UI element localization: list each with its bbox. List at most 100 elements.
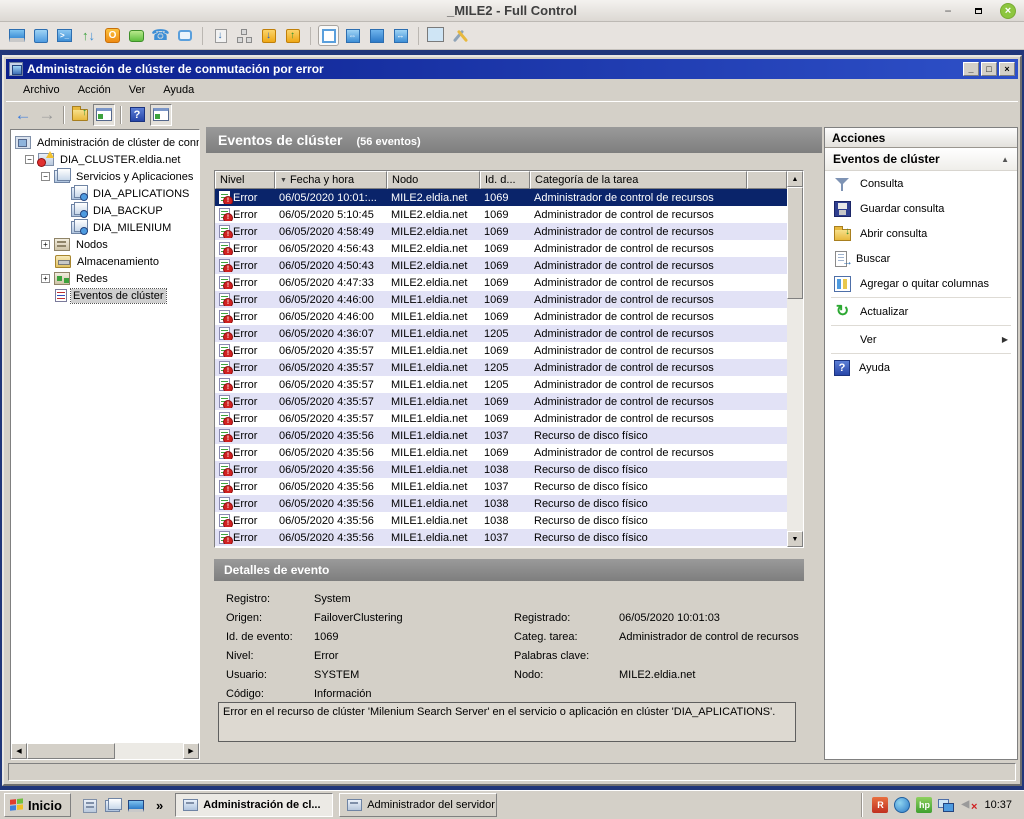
action-consulta[interactable]: Consulta [825, 171, 1017, 196]
expand-icon[interactable]: + [41, 274, 50, 283]
call-icon[interactable]: ☎ [150, 25, 171, 46]
tree-item-redes[interactable]: + Redes [11, 270, 199, 287]
action-actualizar[interactable]: ↻ Actualizar [825, 299, 1017, 324]
vnc-restore-button[interactable] [970, 3, 986, 19]
table-row[interactable]: Error 06/05/2020 4:35:56 MILE1.eldia.net… [215, 512, 787, 529]
box-download-icon[interactable]: ↓ [258, 25, 279, 46]
start-button[interactable]: Inicio [4, 793, 71, 817]
tree-item-dia-backup[interactable]: DIA_BACKUP [11, 202, 199, 219]
collapse-section-icon[interactable]: ▲ [1001, 155, 1009, 164]
server-manager-quicklaunch-icon[interactable] [83, 799, 97, 813]
table-row[interactable]: Error 06/05/2020 4:35:56 MILE1.eldia.net… [215, 427, 787, 444]
tree-item-root[interactable]: Administración de clúster de conmu [11, 134, 199, 151]
scroll-left-button[interactable]: ◀ [11, 743, 27, 759]
scrollbar-thumb[interactable] [787, 187, 803, 299]
quicklaunch-overflow-chevron[interactable]: » [156, 798, 163, 813]
tree-item-dia-aplications[interactable]: DIA_APLICATIONS [11, 185, 199, 202]
message-icon[interactable] [174, 25, 195, 46]
table-row[interactable]: Error 06/05/2020 4:35:57 MILE1.eldia.net… [215, 376, 787, 393]
column-header-nodo[interactable]: Nodo [387, 171, 480, 189]
action-ver[interactable]: Ver ▶ [825, 327, 1017, 352]
view-normal-icon[interactable] [318, 25, 339, 46]
forward-button[interactable]: → [36, 104, 58, 126]
collapse-icon[interactable]: − [41, 172, 50, 181]
menu-accion[interactable]: Acción [69, 81, 120, 99]
fullscreen-window-icon[interactable] [30, 25, 51, 46]
menu-ayuda[interactable]: Ayuda [154, 81, 203, 99]
show-desktop-icon[interactable] [128, 800, 144, 812]
table-row[interactable]: Error 06/05/2020 4:35:57 MILE1.eldia.net… [215, 359, 787, 376]
column-header-categoria[interactable]: Categoría de la tarea [530, 171, 747, 189]
action-pane-toggle-button[interactable] [150, 104, 172, 126]
table-vertical-scrollbar[interactable]: ▲ ▼ [787, 171, 803, 547]
table-row[interactable]: Error 06/05/2020 4:35:56 MILE1.eldia.net… [215, 478, 787, 495]
tree-item-cluster[interactable]: − DIA_CLUSTER.eldia.net [11, 151, 199, 168]
taskbar-button-server-manager[interactable]: Administrador del servidor [339, 793, 497, 817]
scrollbar-track[interactable] [787, 299, 803, 531]
column-header-fecha[interactable]: ▼Fecha y hora [275, 171, 387, 189]
tree-item-servicios[interactable]: − Servicios y Aplicaciones [11, 168, 199, 185]
help-button[interactable]: ? [126, 104, 148, 126]
table-row[interactable]: Error 06/05/2020 4:35:56 MILE1.eldia.net… [215, 461, 787, 478]
action-buscar[interactable]: Buscar [825, 246, 1017, 271]
export-list-button[interactable] [69, 104, 91, 126]
scroll-right-button[interactable]: ▶ [183, 743, 199, 759]
table-row[interactable]: Error 06/05/2020 4:46:00 MILE1.eldia.net… [215, 308, 787, 325]
vnc-server-icon[interactable]: R [872, 797, 888, 813]
hp-agent-icon[interactable]: hp [916, 797, 932, 813]
action-ayuda[interactable]: ? Ayuda [825, 355, 1017, 380]
app-close-button[interactable]: × [999, 62, 1015, 76]
scroll-up-button[interactable]: ▲ [787, 171, 803, 187]
tree-item-nodos[interactable]: + Nodos [11, 236, 199, 253]
power-icon[interactable]: O [102, 25, 123, 46]
view-solid-icon[interactable] [366, 25, 387, 46]
tree-item-eventos[interactable]: Eventos de clúster [11, 287, 199, 304]
box-upload-icon[interactable]: ↑ [282, 25, 303, 46]
network-globe-icon[interactable] [894, 797, 910, 813]
vnc-minimize-button[interactable]: − [940, 3, 956, 19]
column-header-nivel[interactable]: Nivel [215, 171, 275, 189]
menu-archivo[interactable]: Archivo [14, 81, 69, 99]
volume-muted-icon[interactable] [960, 797, 976, 813]
actions-section-header[interactable]: Eventos de clúster ▲ [825, 148, 1017, 171]
action-abrir-consulta[interactable]: Abrir consulta [825, 221, 1017, 246]
app-minimize-button[interactable]: _ [963, 62, 979, 76]
table-row[interactable]: Error 06/05/2020 5:10:45 MILE2.eldia.net… [215, 206, 787, 223]
transfer-arrows-icon[interactable]: ↑↓ [78, 25, 99, 46]
remote-screen-icon[interactable] [6, 25, 27, 46]
table-row[interactable]: Error 06/05/2020 4:35:56 MILE1.eldia.net… [215, 444, 787, 461]
settings-tools-icon[interactable] [450, 25, 471, 46]
expand-icon[interactable]: + [41, 240, 50, 249]
cluster-hosts-icon[interactable] [234, 25, 255, 46]
tree-horizontal-scrollbar[interactable]: ◀ ▶ [11, 743, 199, 759]
table-row[interactable]: Error 06/05/2020 4:35:57 MILE1.eldia.net… [215, 393, 787, 410]
table-row[interactable]: Error 06/05/2020 4:47:33 MILE2.eldia.net… [215, 274, 787, 291]
tree-item-almacenamiento[interactable]: Almacenamiento [11, 253, 199, 270]
table-row[interactable]: Error 06/05/2020 4:35:56 MILE1.eldia.net… [215, 495, 787, 512]
chat-icon[interactable] [126, 25, 147, 46]
table-row[interactable]: Error 06/05/2020 4:58:49 MILE2.eldia.net… [215, 223, 787, 240]
cluster-manager-quicklaunch-icon[interactable] [105, 800, 120, 812]
table-row[interactable]: Error 06/05/2020 4:35:56 MILE1.eldia.net… [215, 529, 787, 546]
terminal-icon[interactable]: >_ [54, 25, 75, 46]
action-agregar-quitar-columnas[interactable]: Agregar o quitar columnas [825, 271, 1017, 296]
table-row[interactable]: Error 06/05/2020 4:46:00 MILE1.eldia.net… [215, 291, 787, 308]
menu-ver[interactable]: Ver [120, 81, 155, 99]
table-row[interactable]: Error 06/05/2020 4:50:43 MILE2.eldia.net… [215, 257, 787, 274]
network-connections-icon[interactable] [938, 797, 954, 813]
table-row[interactable]: Error 06/05/2020 10:01:... MILE2.eldia.n… [215, 189, 787, 206]
console-tree-toggle-button[interactable] [93, 104, 115, 126]
taskbar-button-cluster-manager[interactable]: Administración de cl... [175, 793, 333, 817]
column-header-id[interactable]: Id. d... [480, 171, 530, 189]
file-download-icon[interactable] [210, 25, 231, 46]
action-guardar-consulta[interactable]: Guardar consulta [825, 196, 1017, 221]
scroll-down-button[interactable]: ▼ [787, 531, 803, 547]
vnc-close-button[interactable]: × [1000, 3, 1016, 19]
table-row[interactable]: Error 06/05/2020 4:36:07 MILE1.eldia.net… [215, 325, 787, 342]
back-button[interactable]: ← [12, 104, 34, 126]
table-row[interactable]: Error 06/05/2020 4:56:43 MILE2.eldia.net… [215, 240, 787, 257]
tree-item-dia-milenium[interactable]: DIA_MILENIUM [11, 219, 199, 236]
view-fullscreen-icon[interactable]: ↔ [390, 25, 411, 46]
collapse-icon[interactable]: − [25, 155, 34, 164]
windows-switch-icon[interactable]: 2 [426, 25, 447, 46]
